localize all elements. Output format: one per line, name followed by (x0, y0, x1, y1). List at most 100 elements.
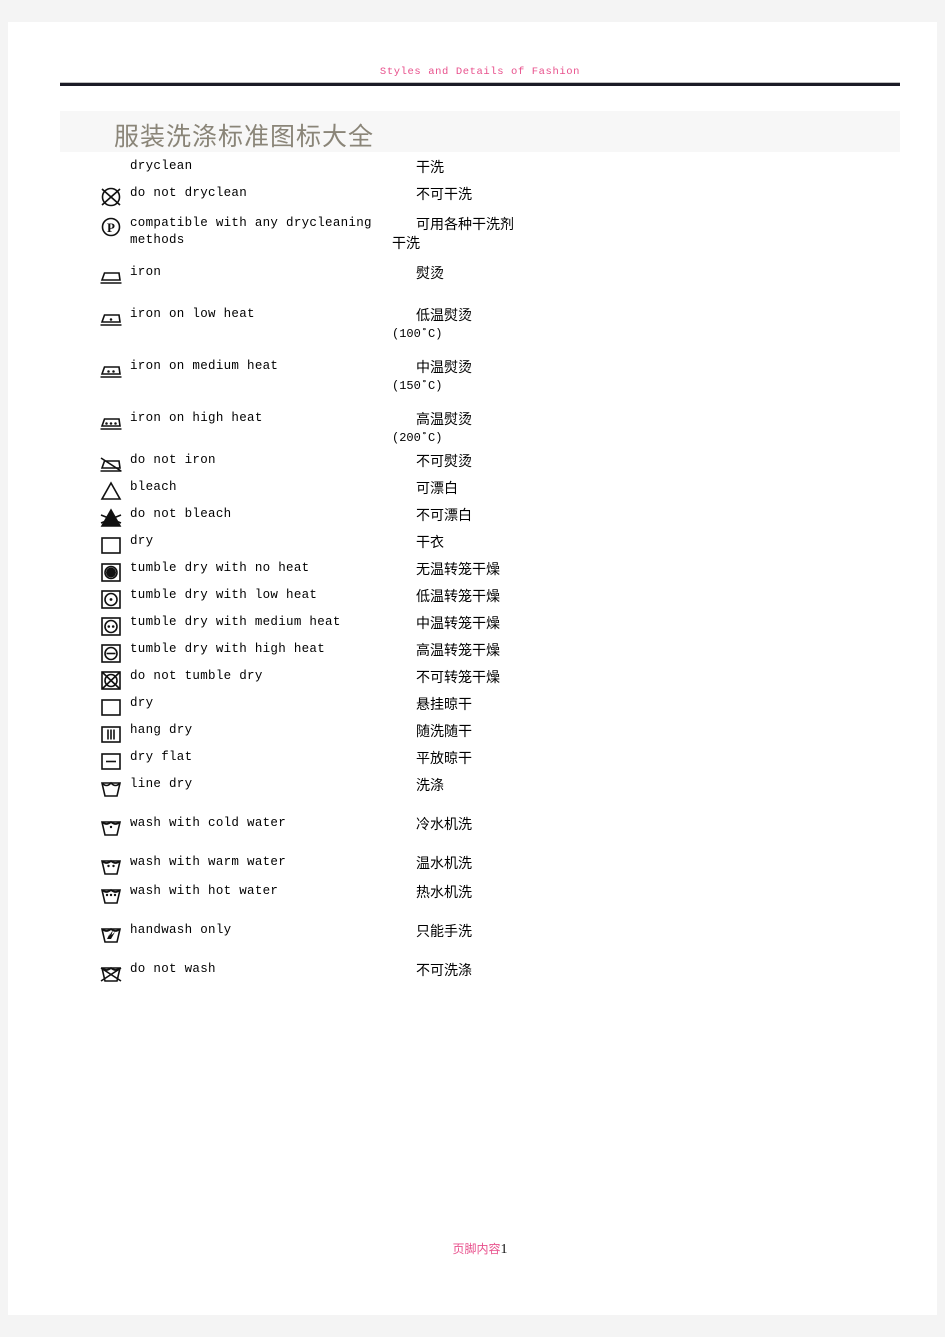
symbol-english-label: iron on low heat (130, 307, 255, 321)
symbol-english-label: tumble dry with high heat (130, 642, 326, 656)
table-row: hang dry 随洗随干 (96, 722, 896, 746)
symbol-chinese-label: 熨烫 (392, 264, 622, 283)
iron-icon (96, 264, 126, 288)
table-row: do not dryclean 不可干洗 (96, 185, 896, 209)
symbol-chinese-label: 低温熨烫 (100˚C) (392, 306, 622, 344)
tumble-dry-no-heat-icon (96, 560, 126, 584)
symbol-chinese-text: 熨烫 (416, 265, 444, 281)
table-row: dry flat 平放晾干 (96, 749, 896, 773)
table-row: tumble dry with high heat 高温转笼干燥 (96, 641, 896, 665)
symbol-chinese-text: 温水机洗 (416, 855, 472, 871)
wash-warm-icon (96, 854, 126, 878)
symbol-chinese-label: 可用各种干洗剂干洗 (392, 215, 622, 253)
table-row: iron on medium heat 中温熨烫 (150˚C) (96, 358, 896, 393)
symbol-chinese-text: 冷水机洗 (416, 816, 472, 832)
table-row: do not tumble dry 不可转笼干燥 (96, 668, 896, 692)
symbol-chinese-label: 随洗随干 (392, 722, 622, 741)
table-row: dry 悬挂晾干 (96, 695, 896, 719)
page-footer: 页脚内容1 (60, 1240, 900, 1258)
symbol-chinese-label: 温水机洗 (392, 854, 622, 873)
dry-square-icon (96, 695, 126, 719)
symbol-chinese-label: 中温熨烫 (150˚C) (392, 358, 622, 396)
symbol-english-label: dry (130, 534, 154, 548)
footer-page-number: 1 (500, 1242, 508, 1257)
symbol-chinese-label: 无温转笼干燥 (392, 560, 622, 579)
symbol-english-label: iron (130, 265, 162, 279)
table-row: iron 熨烫 (96, 264, 896, 288)
iron-high-icon (96, 410, 126, 434)
symbol-chinese-text: 中温熨烫 (416, 359, 472, 375)
table-row: tumble dry with no heat 无温转笼干燥 (96, 560, 896, 584)
symbol-english-label: compatible with any drycleaning methods (130, 216, 372, 247)
symbol-temperature-note: (150˚C) (392, 379, 443, 393)
table-row: do not wash 不可洗涤 (96, 961, 896, 985)
symbol-english-label: wash with cold water (130, 816, 287, 830)
symbol-chinese-label: 干洗 (392, 158, 622, 177)
symbol-chinese-label: 热水机洗 (392, 883, 622, 902)
table-row: wash with hot water 热水机洗 (96, 883, 896, 907)
symbol-chinese-text: 可漂白 (416, 480, 458, 496)
symbol-chinese-label: 干衣 (392, 533, 622, 552)
symbol-temperature-note: (200˚C) (392, 431, 443, 445)
symbol-chinese-text: 随洗随干 (416, 723, 472, 739)
symbol-chinese-text: 干洗 (416, 159, 444, 175)
table-row: handwash only 只能手洗 (96, 922, 896, 946)
table-row: do not bleach 不可漂白 (96, 506, 896, 530)
dry-flat-icon (96, 749, 126, 773)
symbol-english-label: do not wash (130, 962, 216, 976)
symbol-english-label: hang dry (130, 723, 193, 737)
page-title: 服装洗涤标准图标大全 (114, 124, 375, 151)
symbol-chinese-label: 可漂白 (392, 479, 622, 498)
table-row: dry 干衣 (96, 533, 896, 557)
symbol-chinese-label: 低温转笼干燥 (392, 587, 622, 606)
symbol-chinese-label: 不可洗涤 (392, 961, 622, 980)
symbol-english-label: tumble dry with no heat (130, 561, 310, 575)
symbol-chinese-text: 中温转笼干燥 (416, 615, 500, 631)
table-row: do not iron 不可熨烫 (96, 452, 896, 476)
symbol-chinese-text: 高温转笼干燥 (416, 642, 500, 658)
tumble-dry-high-heat-icon (96, 641, 126, 665)
table-row: iron on high heat 高温熨烫 (200˚C) (96, 410, 896, 445)
symbol-chinese-label: 高温转笼干燥 (392, 641, 622, 660)
symbol-chinese-label: 不可转笼干燥 (392, 668, 622, 687)
handwash-only-icon (96, 922, 126, 946)
hang-dry-icon (96, 722, 126, 746)
symbol-english-label: wash with hot water (130, 884, 279, 898)
symbol-chinese-text: 无温转笼干燥 (416, 561, 500, 577)
wash-hot-icon (96, 883, 126, 907)
symbol-chinese-continuation: 干洗 (392, 235, 420, 251)
symbol-chinese-text: 高温熨烫 (416, 411, 472, 427)
do-not-dryclean-icon (96, 185, 126, 209)
symbol-chinese-label: 只能手洗 (392, 922, 622, 941)
symbol-english-label: wash with warm water (130, 855, 287, 869)
symbol-english-label: handwash only (130, 923, 232, 937)
symbol-chinese-text: 洗涤 (416, 777, 444, 793)
line-dry-icon (96, 776, 126, 800)
symbol-chinese-label: 高温熨烫 (200˚C) (392, 410, 622, 448)
iron-medium-icon (96, 358, 126, 382)
symbol-temperature-note: (100˚C) (392, 327, 443, 341)
wash-cold-icon (96, 815, 126, 839)
symbol-chinese-text: 不可熨烫 (416, 453, 472, 469)
svg-text:P: P (107, 220, 115, 235)
symbol-english-label: tumble dry with low heat (130, 588, 318, 602)
symbol-chinese-text: 热水机洗 (416, 884, 472, 900)
symbol-english-label: do not bleach (130, 507, 232, 521)
tumble-dry-low-heat-icon (96, 587, 126, 611)
dry-square-icon (96, 533, 126, 557)
bleach-icon (96, 479, 126, 503)
symbol-chinese-label: 平放晾干 (392, 749, 622, 768)
header-rule (60, 82, 900, 86)
symbol-chinese-text: 可用各种干洗剂 (416, 216, 514, 232)
do-not-iron-icon (96, 452, 126, 476)
symbol-chinese-label: 洗涤 (392, 776, 622, 795)
do-not-bleach-icon (96, 506, 126, 530)
symbol-english-label: do not tumble dry (130, 669, 263, 683)
symbol-chinese-label: 不可干洗 (392, 185, 622, 204)
symbol-chinese-label: 不可熨烫 (392, 452, 622, 471)
symbol-english-label: dry flat (130, 750, 193, 764)
symbol-chinese-text: 悬挂晾干 (416, 696, 472, 712)
symbol-chinese-text: 只能手洗 (416, 923, 472, 939)
table-row: iron on low heat 低温熨烫 (100˚C) (96, 306, 896, 341)
running-header: Styles and Details of Fashion (60, 66, 900, 106)
